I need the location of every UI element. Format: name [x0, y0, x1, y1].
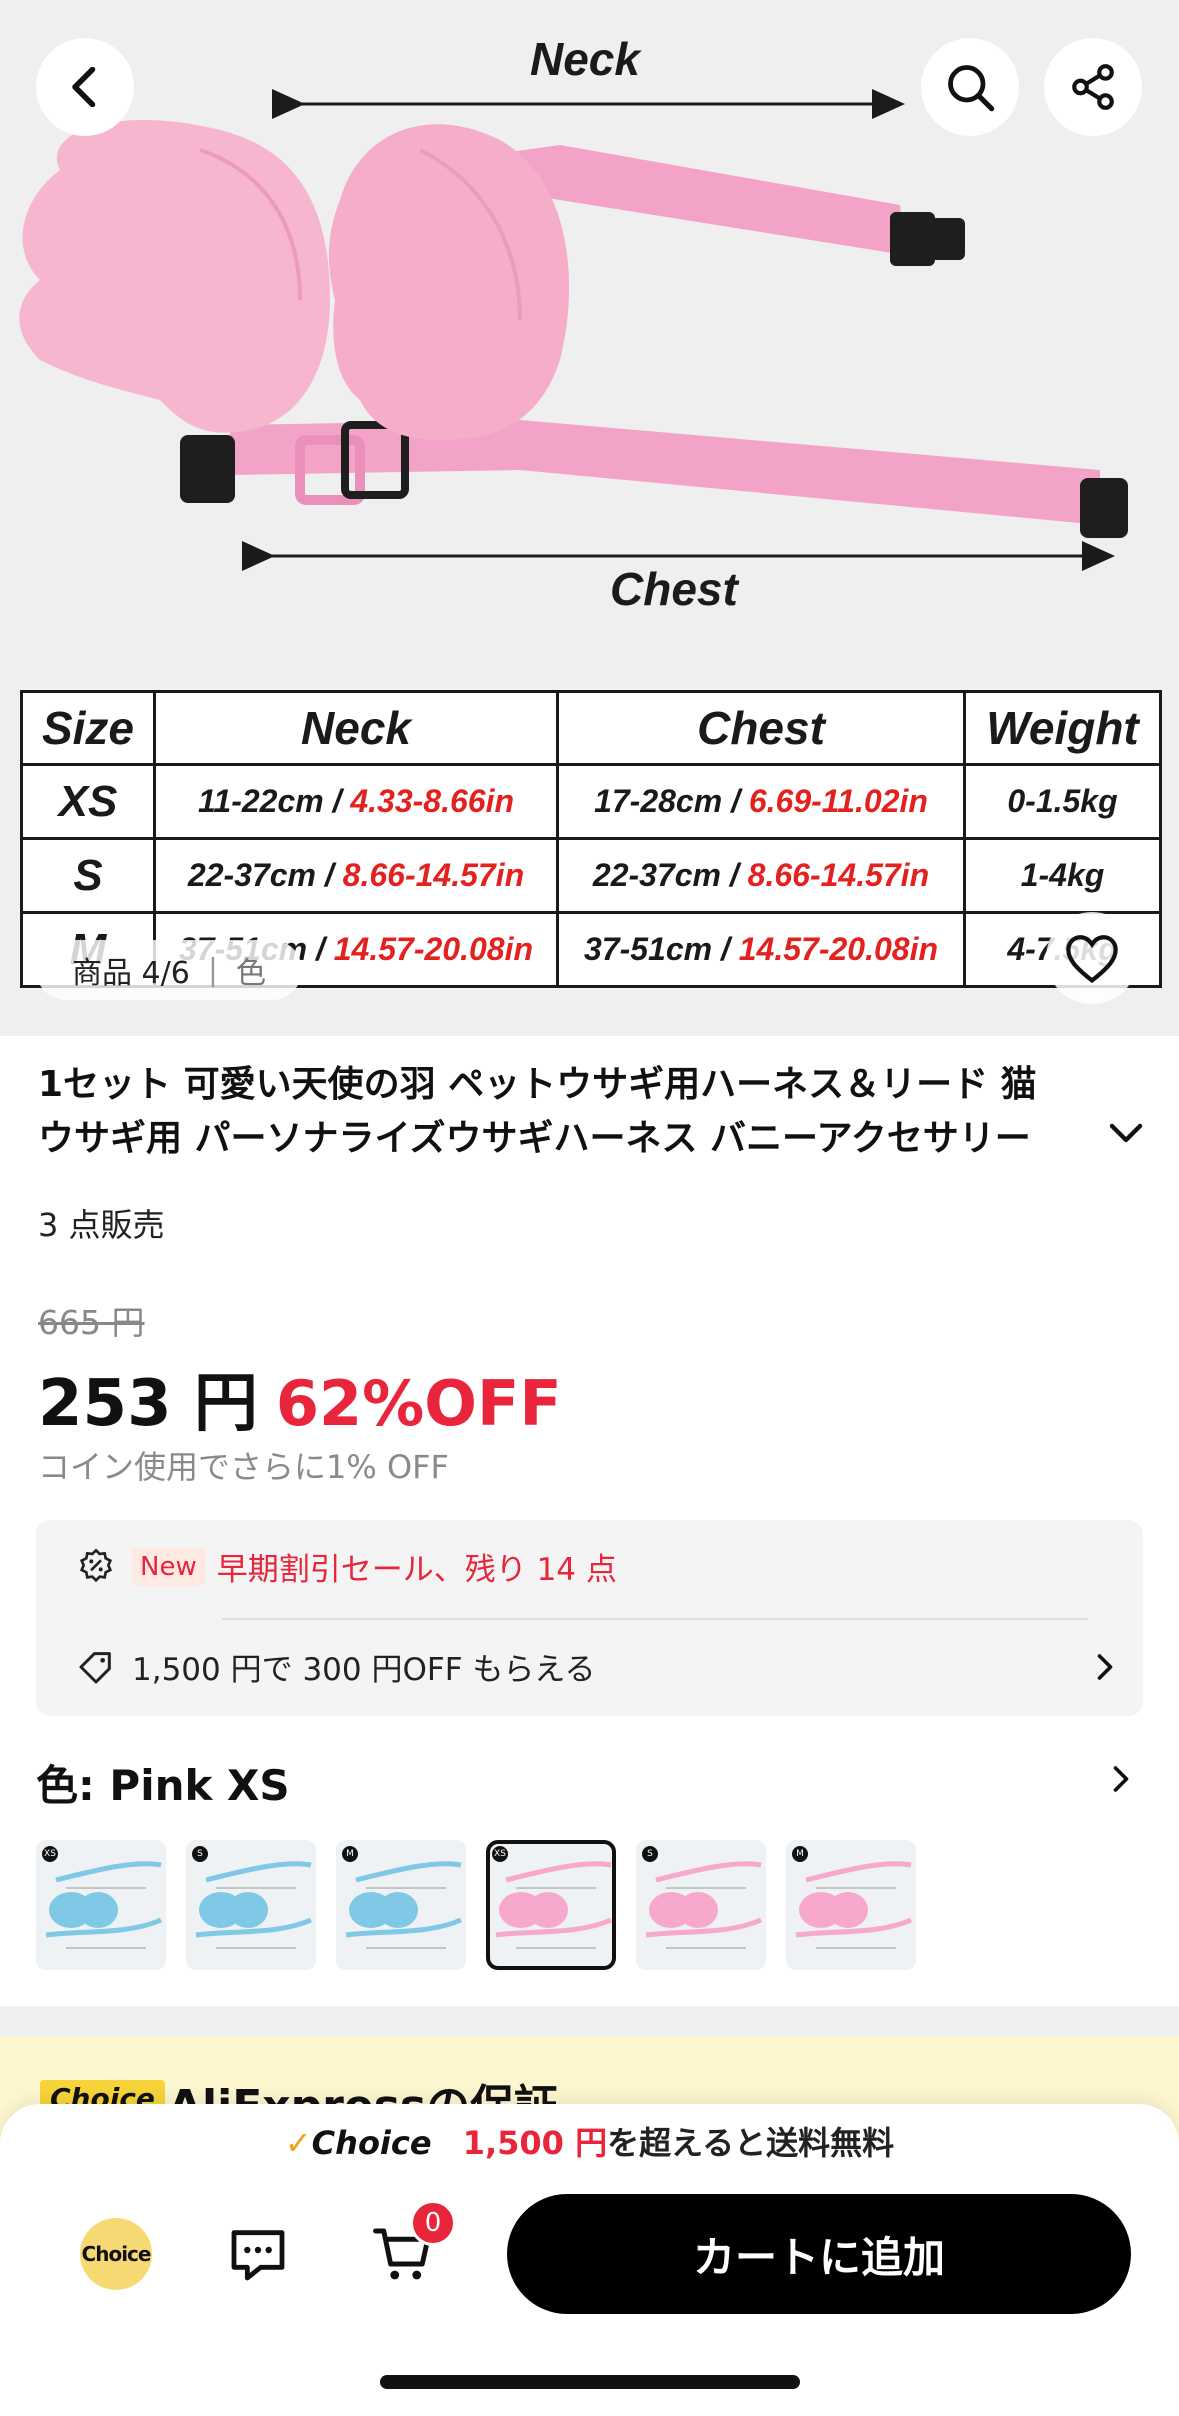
coin-discount-note: コイン使用でさらに1% OFF [38, 1448, 449, 1486]
image-counter: 商品 4/6 | 色 [36, 940, 302, 1000]
chest-cell: 22-37cm / 8.66-14.57in [556, 837, 966, 914]
promotion-card: New 早期割引セール、残り 14 点 1,500 円で 300 円OFF もら… [36, 1520, 1143, 1716]
neck-label: Neck [530, 33, 640, 85]
share-button[interactable] [1044, 38, 1142, 136]
swatch-size-tag: S [192, 1846, 208, 1862]
current-price: 253 円 [38, 1367, 258, 1441]
bottom-action-bar: ✓Choice 1,500 円を超えると送料無料 Choice 0 カートに追加 [0, 2104, 1179, 2416]
variant-swatch[interactable]: S [186, 1840, 316, 1970]
tag-icon [79, 1651, 111, 1683]
section-divider [0, 2006, 1179, 2036]
product-title[interactable]: 1セット 可愛い天使の羽 ペットウサギ用ハーネス＆リード 猫 ウサギ用 パーソナ… [38, 1058, 1098, 1166]
variant-swatch[interactable]: XS [486, 1840, 616, 1970]
variant-swatch[interactable]: M [336, 1840, 466, 1970]
size-chart-header-row: Size Neck Chest Weight [20, 690, 1162, 766]
chevron-down-icon[interactable] [1108, 1122, 1144, 1146]
wishlist-button[interactable] [1046, 912, 1138, 1004]
sold-count: 3 点販売 [38, 1206, 165, 1244]
chest-header: Chest [556, 690, 966, 766]
search-icon [948, 65, 995, 112]
swatch-size-tag: S [642, 1846, 658, 1862]
neck-header: Neck [153, 690, 559, 766]
image-counter-text: 商品 4/6 [72, 956, 190, 991]
swatch-size-tag: XS [492, 1846, 508, 1862]
color-tab[interactable]: 色 [236, 948, 266, 992]
size-row-s: S 22-37cm / 8.66-14.57in 22-37cm / 8.66-… [20, 837, 1162, 914]
chevron-left-icon [72, 67, 96, 107]
variant-chevron-right-icon[interactable] [1110, 1764, 1132, 1794]
chest-label: Chest [610, 563, 738, 615]
early-sale-text: 早期割引セール、残り 14 点 [216, 1552, 617, 1588]
check-icon: ✓ [284, 2124, 312, 2162]
neck-cell: 22-37cm / 8.66-14.57in [153, 837, 559, 914]
original-price: 665 円 [38, 1303, 145, 1342]
home-indicator[interactable] [380, 2375, 800, 2389]
weight-cell: 0-1.5kg [963, 763, 1162, 840]
size-cell: S [20, 837, 156, 914]
new-badge: New [132, 1547, 205, 1586]
size-row-xs: XS 11-22cm / 4.33-8.66in 17-28cm / 6.69-… [20, 763, 1162, 840]
size-header: Size [20, 690, 156, 766]
search-button[interactable] [921, 38, 1019, 136]
variant-swatch[interactable]: S [636, 1840, 766, 1970]
neck-cell: 11-22cm / 4.33-8.66in [153, 763, 559, 840]
coupon-text: 1,500 円で 300 円OFF もらえる [132, 1652, 596, 1688]
heart-icon [1066, 935, 1118, 984]
free-shipping-banner: ✓Choice 1,500 円を超えると送料無料 [284, 2124, 895, 2162]
variant-label: 色: Pink XS [36, 1761, 290, 1810]
counter-separator: | [207, 952, 218, 988]
weight-header: Weight [963, 690, 1162, 766]
discount-badge: 62%OFF [275, 1367, 562, 1440]
chest-cell: 37-51cm / 14.57-20.08in [556, 911, 966, 988]
swatch-size-tag: M [792, 1846, 808, 1862]
add-to-cart-button[interactable]: カートに追加 [507, 2194, 1131, 2314]
coupon-row[interactable]: 1,500 円で 300 円OFF もらえる [76, 1644, 1116, 1689]
variant-swatch[interactable]: M [786, 1840, 916, 1970]
share-icon [1072, 64, 1114, 110]
sale-row[interactable]: New 早期割引セール、残り 14 点 [76, 1544, 617, 1589]
discount-icon [79, 1547, 113, 1582]
choice-store-button[interactable]: Choice [80, 2218, 152, 2290]
size-cell: XS [20, 763, 156, 840]
promo-divider [222, 1618, 1088, 1620]
chevron-right-icon [1097, 1653, 1113, 1680]
swatch-size-tag: XS [42, 1846, 58, 1862]
back-button[interactable] [36, 38, 134, 136]
cart-count-badge: 0 [410, 2200, 456, 2246]
variant-swatch[interactable]: XS [36, 1840, 166, 1970]
product-image[interactable]: Neck Chest Size Neck Chest Weight XS 11-… [0, 0, 1179, 1036]
price-row: 253 円 62%OFF [38, 1352, 562, 1444]
weight-cell: 1-4kg [963, 837, 1162, 914]
chat-icon[interactable] [226, 2224, 290, 2284]
chest-cell: 17-28cm / 6.69-11.02in [556, 763, 966, 840]
swatch-size-tag: M [342, 1846, 358, 1862]
